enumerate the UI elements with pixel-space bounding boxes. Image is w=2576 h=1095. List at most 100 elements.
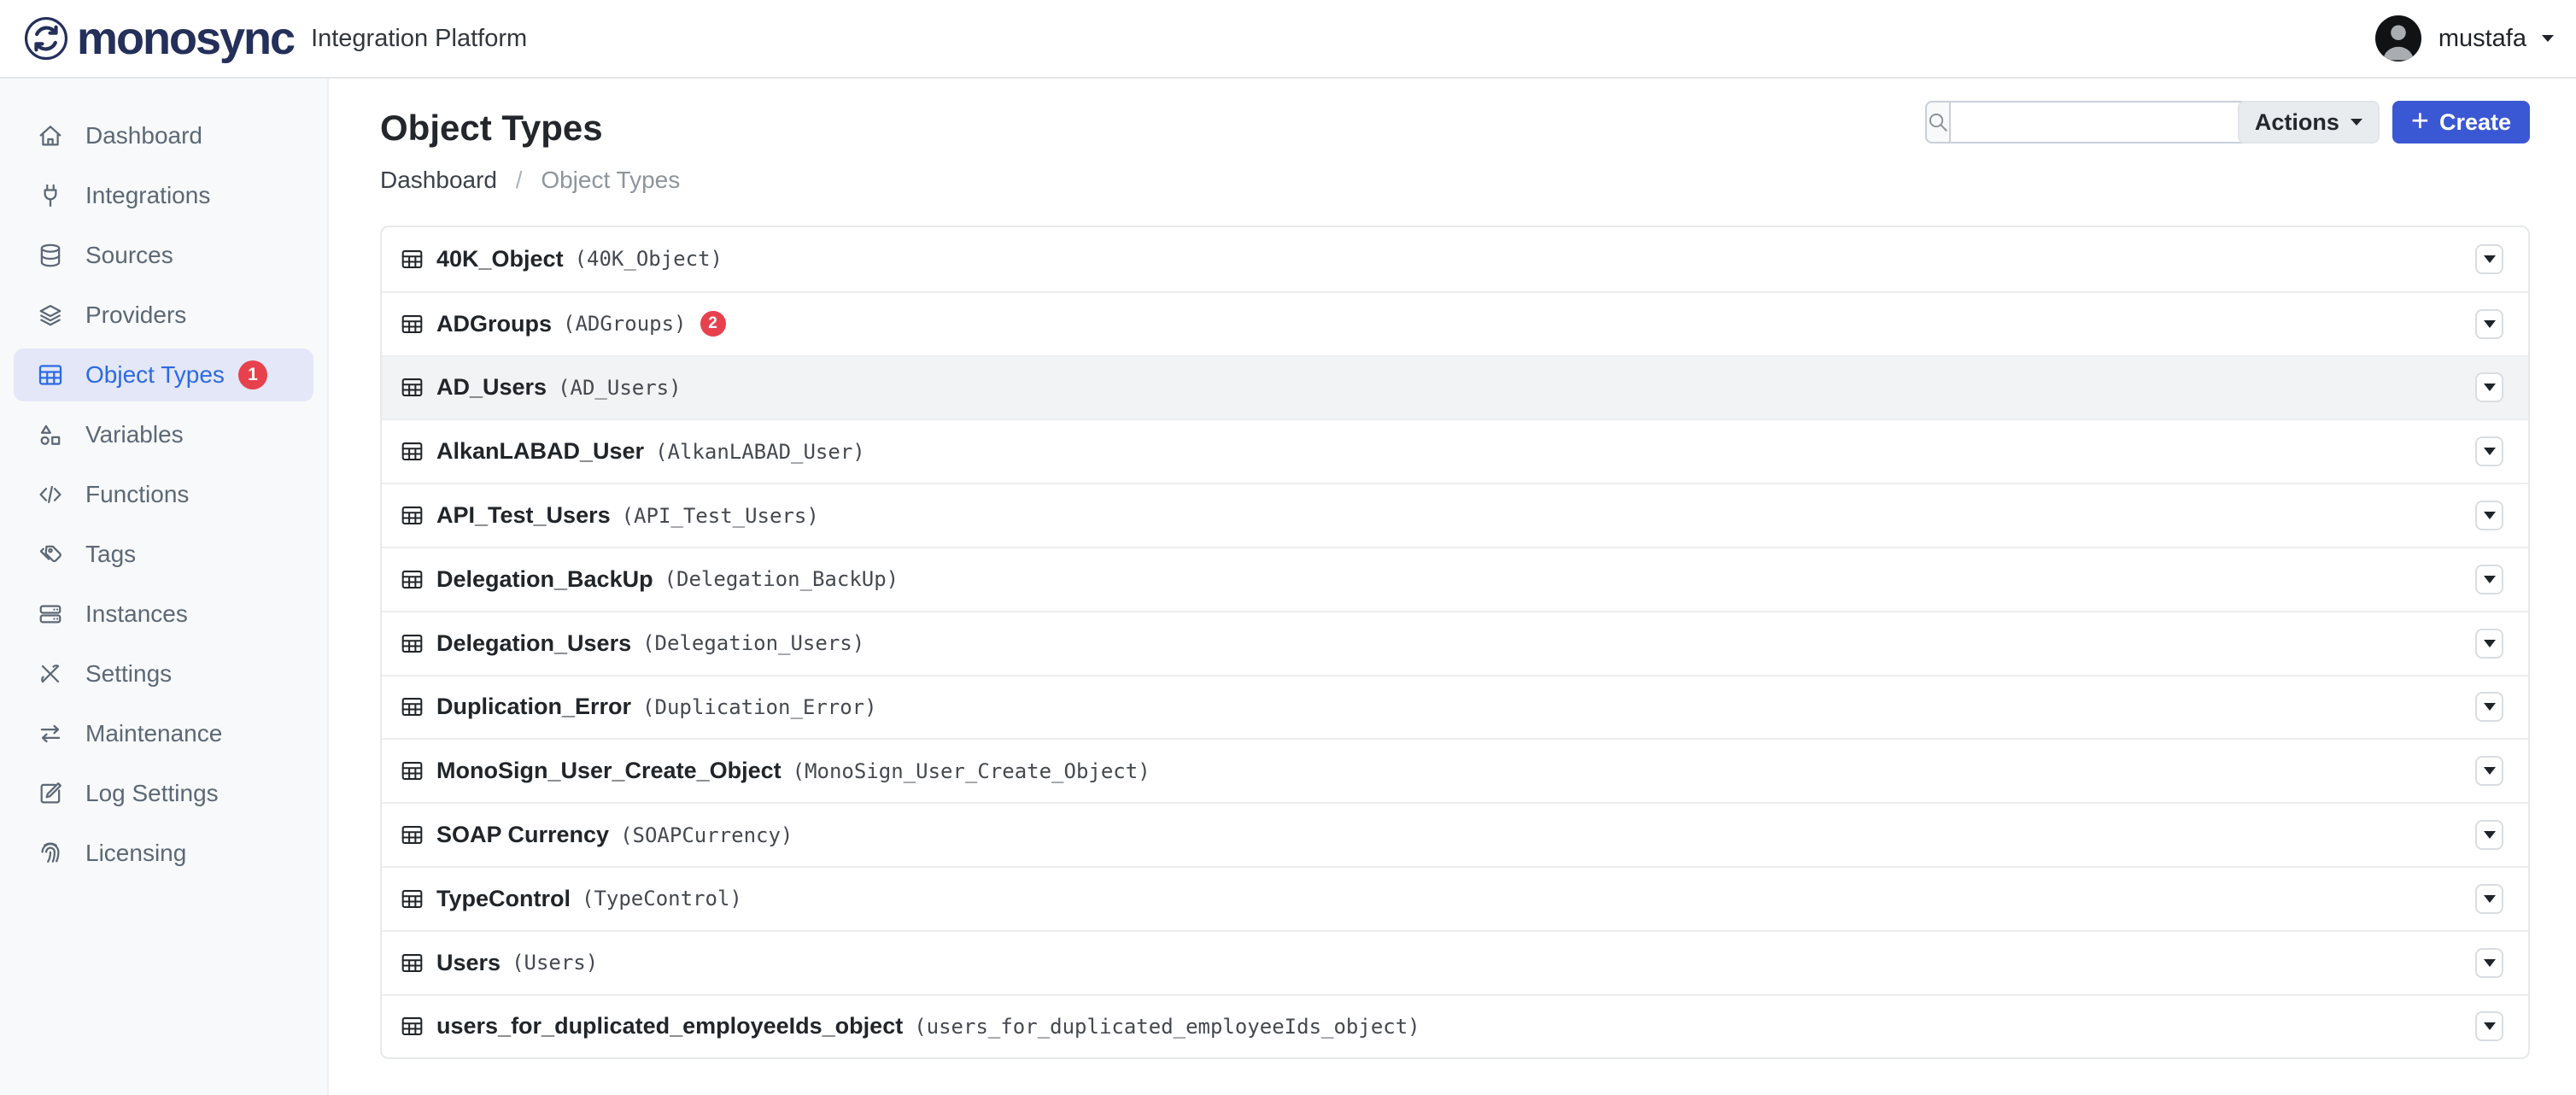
fingerprint-icon xyxy=(38,840,63,866)
row-menu-button[interactable] xyxy=(2475,884,2503,914)
edit-icon xyxy=(38,781,63,806)
database-icon xyxy=(38,243,63,268)
sidebar-item-label: Object Types xyxy=(85,361,225,389)
table-icon xyxy=(401,568,424,591)
object-type-code: (API_Test_Users) xyxy=(622,504,819,528)
object-type-name: AlkanLABAD_User xyxy=(436,438,644,465)
chevron-down-icon xyxy=(2542,35,2554,42)
toolbar: Actions + Create xyxy=(1925,101,2530,143)
sidebar-item-licensing[interactable]: Licensing xyxy=(14,827,313,880)
search-addon xyxy=(1925,101,1949,143)
caret-down-icon xyxy=(2484,448,2496,455)
app-header: monosync Integration Platform mustafa xyxy=(0,0,2576,79)
search-icon xyxy=(1927,111,1949,133)
breadcrumb-dashboard-link[interactable]: Dashboard xyxy=(380,167,497,193)
row-menu-button[interactable] xyxy=(2475,372,2503,402)
search-group xyxy=(1925,101,2218,143)
table-icon xyxy=(401,759,424,782)
brand-subtitle: Integration Platform xyxy=(311,26,527,51)
object-type-row[interactable]: users_for_duplicated_employeeIds_object(… xyxy=(382,994,2528,1058)
caret-down-icon xyxy=(2484,959,2496,967)
table-icon xyxy=(401,952,424,975)
object-type-name: Delegation_Users xyxy=(436,630,631,657)
table-icon xyxy=(401,695,424,718)
object-type-row[interactable]: Delegation_BackUp(Delegation_BackUp) xyxy=(382,547,2528,611)
shapes-icon xyxy=(38,422,63,448)
object-type-name: TypeControl xyxy=(436,886,571,912)
caret-down-icon xyxy=(2484,703,2496,711)
user-menu[interactable]: mustafa xyxy=(2375,15,2554,61)
object-type-row[interactable]: AD_Users(AD_Users) xyxy=(382,355,2528,419)
sidebar-item-sources[interactable]: Sources xyxy=(14,229,313,282)
object-type-row[interactable]: API_Test_Users(API_Test_Users) xyxy=(382,483,2528,547)
table-icon xyxy=(401,632,424,655)
row-menu-button[interactable] xyxy=(2475,436,2503,466)
sidebar-item-object-types[interactable]: Object Types1 xyxy=(14,348,313,401)
brand-wordmark: monosync xyxy=(77,15,294,61)
sidebar-item-log-settings[interactable]: Log Settings xyxy=(14,767,313,820)
sidebar-item-integrations[interactable]: Integrations xyxy=(14,169,313,222)
object-type-name: Delegation_BackUp xyxy=(436,566,653,593)
table-icon xyxy=(401,1015,424,1038)
sidebar-item-settings[interactable]: Settings xyxy=(14,647,313,700)
object-type-code: (Delegation_Users) xyxy=(642,631,864,655)
row-menu-button[interactable] xyxy=(2475,1011,2503,1041)
table-icon xyxy=(38,362,63,388)
sidebar-item-tags[interactable]: Tags xyxy=(14,528,313,581)
sidebar-item-dashboard[interactable]: Dashboard xyxy=(14,109,313,162)
object-type-row[interactable]: ADGroups(ADGroups)2 xyxy=(382,291,2528,355)
table-icon xyxy=(401,313,424,336)
object-type-row[interactable]: Duplication_Error(Duplication_Error) xyxy=(382,675,2528,739)
object-type-code: (ADGroups) xyxy=(563,312,687,336)
object-type-row[interactable]: TypeControl (TypeControl) xyxy=(382,866,2528,930)
object-type-code: (Duplication_Error) xyxy=(642,695,877,719)
sidebar-item-label: Integrations xyxy=(85,182,210,209)
object-type-code: (AD_Users) xyxy=(558,376,682,400)
sidebar-item-instances[interactable]: Instances xyxy=(14,588,313,641)
row-menu-button[interactable] xyxy=(2475,820,2503,850)
object-type-row[interactable]: SOAP Currency(SOAPCurrency) xyxy=(382,802,2528,866)
sidebar-item-maintenance[interactable]: Maintenance xyxy=(14,707,313,760)
row-menu-button[interactable] xyxy=(2475,948,2503,978)
row-menu-button[interactable] xyxy=(2475,309,2503,339)
object-type-name: ADGroups xyxy=(436,311,552,337)
row-menu-button[interactable] xyxy=(2475,565,2503,594)
caret-down-icon xyxy=(2484,895,2496,903)
object-type-row[interactable]: AlkanLABAD_User(AlkanLABAD_User) xyxy=(382,419,2528,483)
plug-icon xyxy=(38,183,63,208)
caret-down-icon xyxy=(2484,1022,2496,1030)
create-button[interactable]: + Create xyxy=(2392,101,2530,143)
search-input[interactable] xyxy=(1949,101,2263,143)
object-type-name: 40K_Object xyxy=(436,246,564,272)
breadcrumb-separator: / xyxy=(516,167,523,193)
caret-down-icon xyxy=(2484,831,2496,839)
object-type-row[interactable]: 40K_Object(40K_Object) xyxy=(382,227,2528,291)
object-type-list: 40K_Object(40K_Object) ADGroups (ADGroups)… xyxy=(380,225,2530,1059)
actions-button[interactable]: Actions xyxy=(2238,101,2380,143)
caret-down-icon xyxy=(2484,255,2496,263)
object-type-code: (users_for_duplicated_employeeIds_object… xyxy=(914,1015,1420,1039)
brand-link[interactable]: monosync Integration Platform xyxy=(22,15,527,62)
object-type-code: (SOAPCurrency) xyxy=(620,823,793,847)
row-menu-button[interactable] xyxy=(2475,244,2503,274)
breadcrumb-current: Object Types xyxy=(541,167,680,193)
row-menu-button[interactable] xyxy=(2475,692,2503,722)
object-type-code: (TypeControl) xyxy=(582,887,742,911)
object-type-row[interactable]: Users(Users) xyxy=(382,930,2528,994)
sidebar-item-label: Variables xyxy=(85,421,184,448)
sidebar-item-providers[interactable]: Providers xyxy=(14,289,313,342)
sidebar-item-variables[interactable]: Variables xyxy=(14,408,313,461)
caret-down-icon xyxy=(2484,767,2496,775)
sidebar-item-label: Settings xyxy=(85,660,172,688)
table-icon xyxy=(401,504,424,527)
caret-down-icon xyxy=(2484,576,2496,583)
object-type-name: MonoSign_User_Create_Object xyxy=(436,758,782,784)
object-type-row[interactable]: MonoSign_User_Create_Object(MonoSign_Use… xyxy=(382,738,2528,802)
sidebar-item-functions[interactable]: Functions xyxy=(14,468,313,521)
row-menu-button[interactable] xyxy=(2475,629,2503,659)
row-menu-button[interactable] xyxy=(2475,501,2503,530)
table-icon xyxy=(401,887,424,911)
object-type-row[interactable]: Delegation_Users (Delegation_Users) xyxy=(382,611,2528,675)
sidebar-item-label: Instances xyxy=(85,600,188,628)
row-menu-button[interactable] xyxy=(2475,756,2503,786)
